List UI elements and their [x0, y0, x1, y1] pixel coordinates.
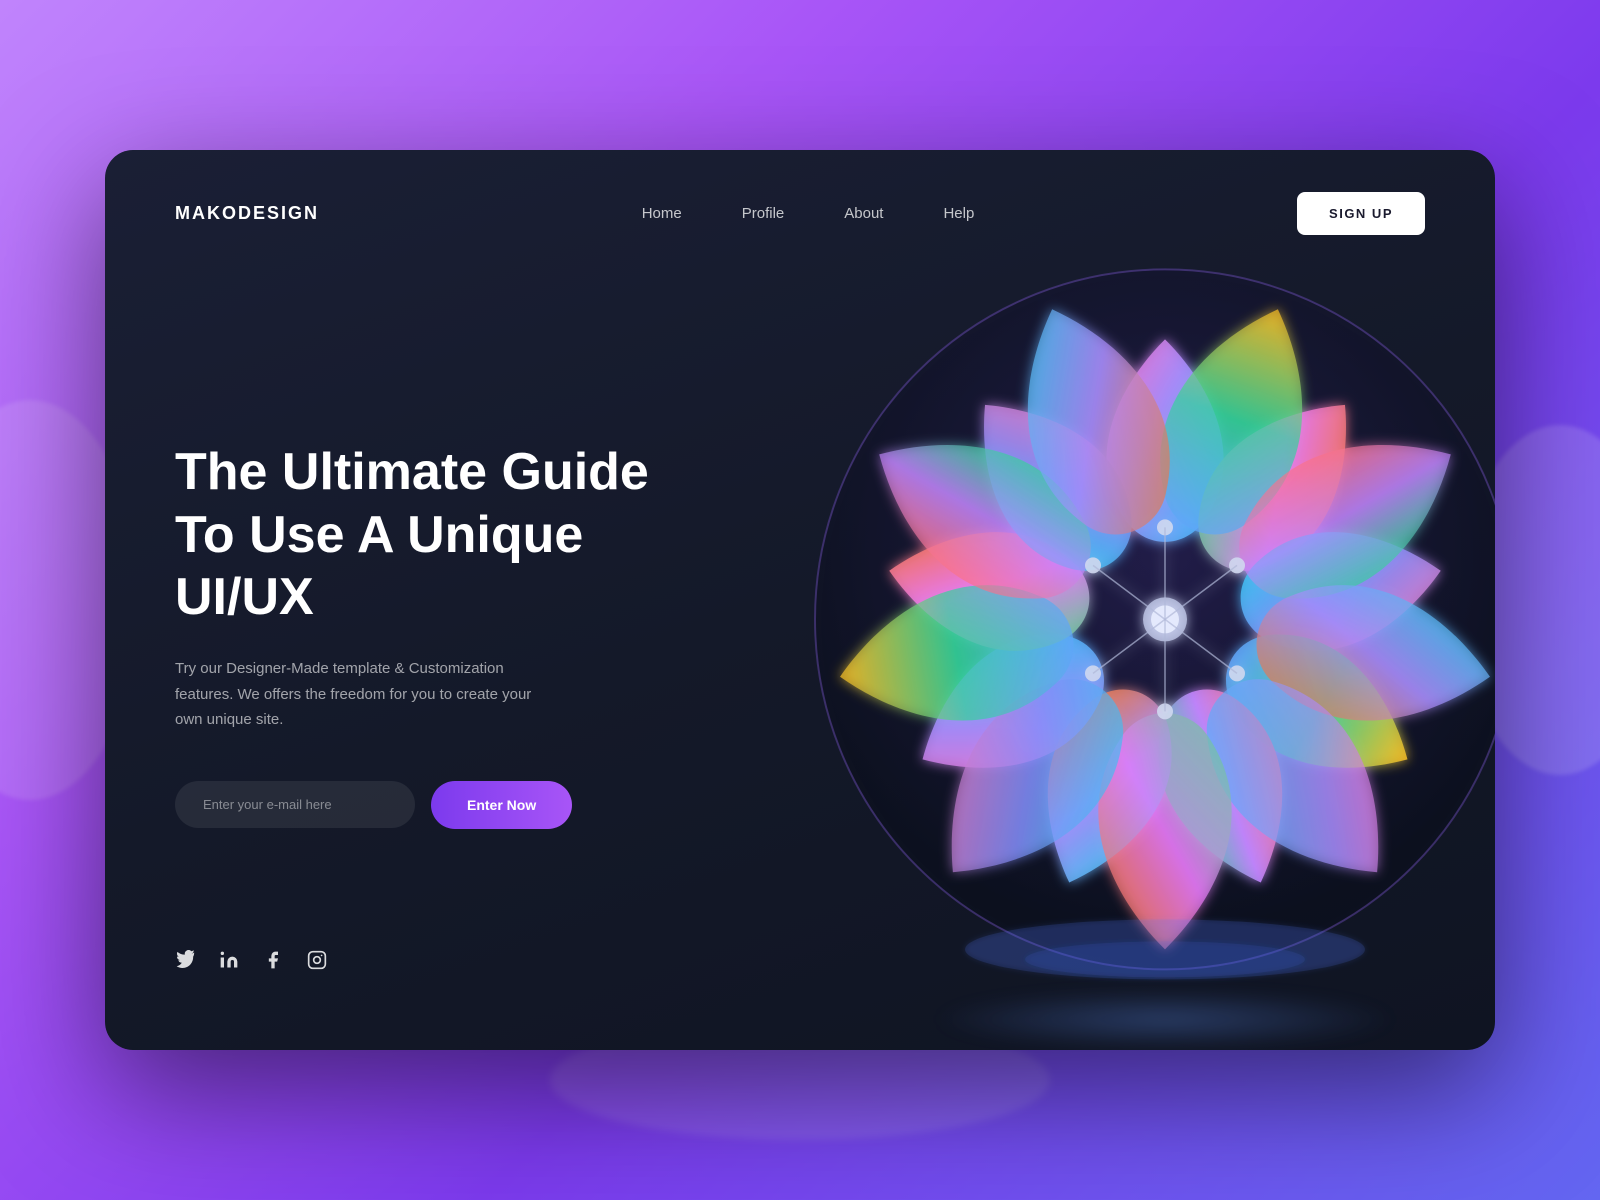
nav-link-help[interactable]: Help: [943, 205, 974, 222]
facebook-icon[interactable]: [263, 950, 283, 975]
nav-item-home[interactable]: Home: [642, 205, 682, 223]
signup-button[interactable]: SIGN UP: [1297, 192, 1425, 235]
nav-links: Home Profile About Help: [642, 205, 975, 223]
linkedin-icon[interactable]: [219, 950, 239, 975]
logo: MAKODESIGN: [175, 203, 319, 224]
nav-item-profile[interactable]: Profile: [742, 205, 785, 223]
orb-svg: [775, 229, 1495, 1009]
enter-now-button[interactable]: Enter Now: [431, 781, 572, 829]
navbar: MAKODESIGN Home Profile About Help SIGN …: [105, 150, 1495, 235]
orb-container: [775, 229, 1495, 1009]
nav-link-profile[interactable]: Profile: [742, 205, 785, 222]
cta-row: Enter Now: [175, 781, 675, 829]
nav-link-about[interactable]: About: [844, 205, 883, 222]
instagram-icon[interactable]: [307, 950, 327, 975]
email-input[interactable]: [175, 781, 415, 828]
hero-section: The Ultimate Guide To Use A Unique UI/UX…: [105, 235, 1495, 1035]
orb-reflection: [931, 989, 1399, 1049]
nav-item-about[interactable]: About: [844, 205, 883, 223]
hero-title: The Ultimate Guide To Use A Unique UI/UX: [175, 441, 675, 628]
hero-content: The Ultimate Guide To Use A Unique UI/UX…: [175, 441, 675, 829]
hero-visual: [775, 229, 1495, 1009]
social-icons: [175, 950, 327, 975]
twitter-icon[interactable]: [175, 950, 195, 975]
nav-link-home[interactable]: Home: [642, 205, 682, 222]
nav-item-help[interactable]: Help: [943, 205, 974, 223]
main-card: MAKODESIGN Home Profile About Help SIGN …: [105, 150, 1495, 1050]
hero-subtitle: Try our Designer-Made template & Customi…: [175, 656, 555, 733]
